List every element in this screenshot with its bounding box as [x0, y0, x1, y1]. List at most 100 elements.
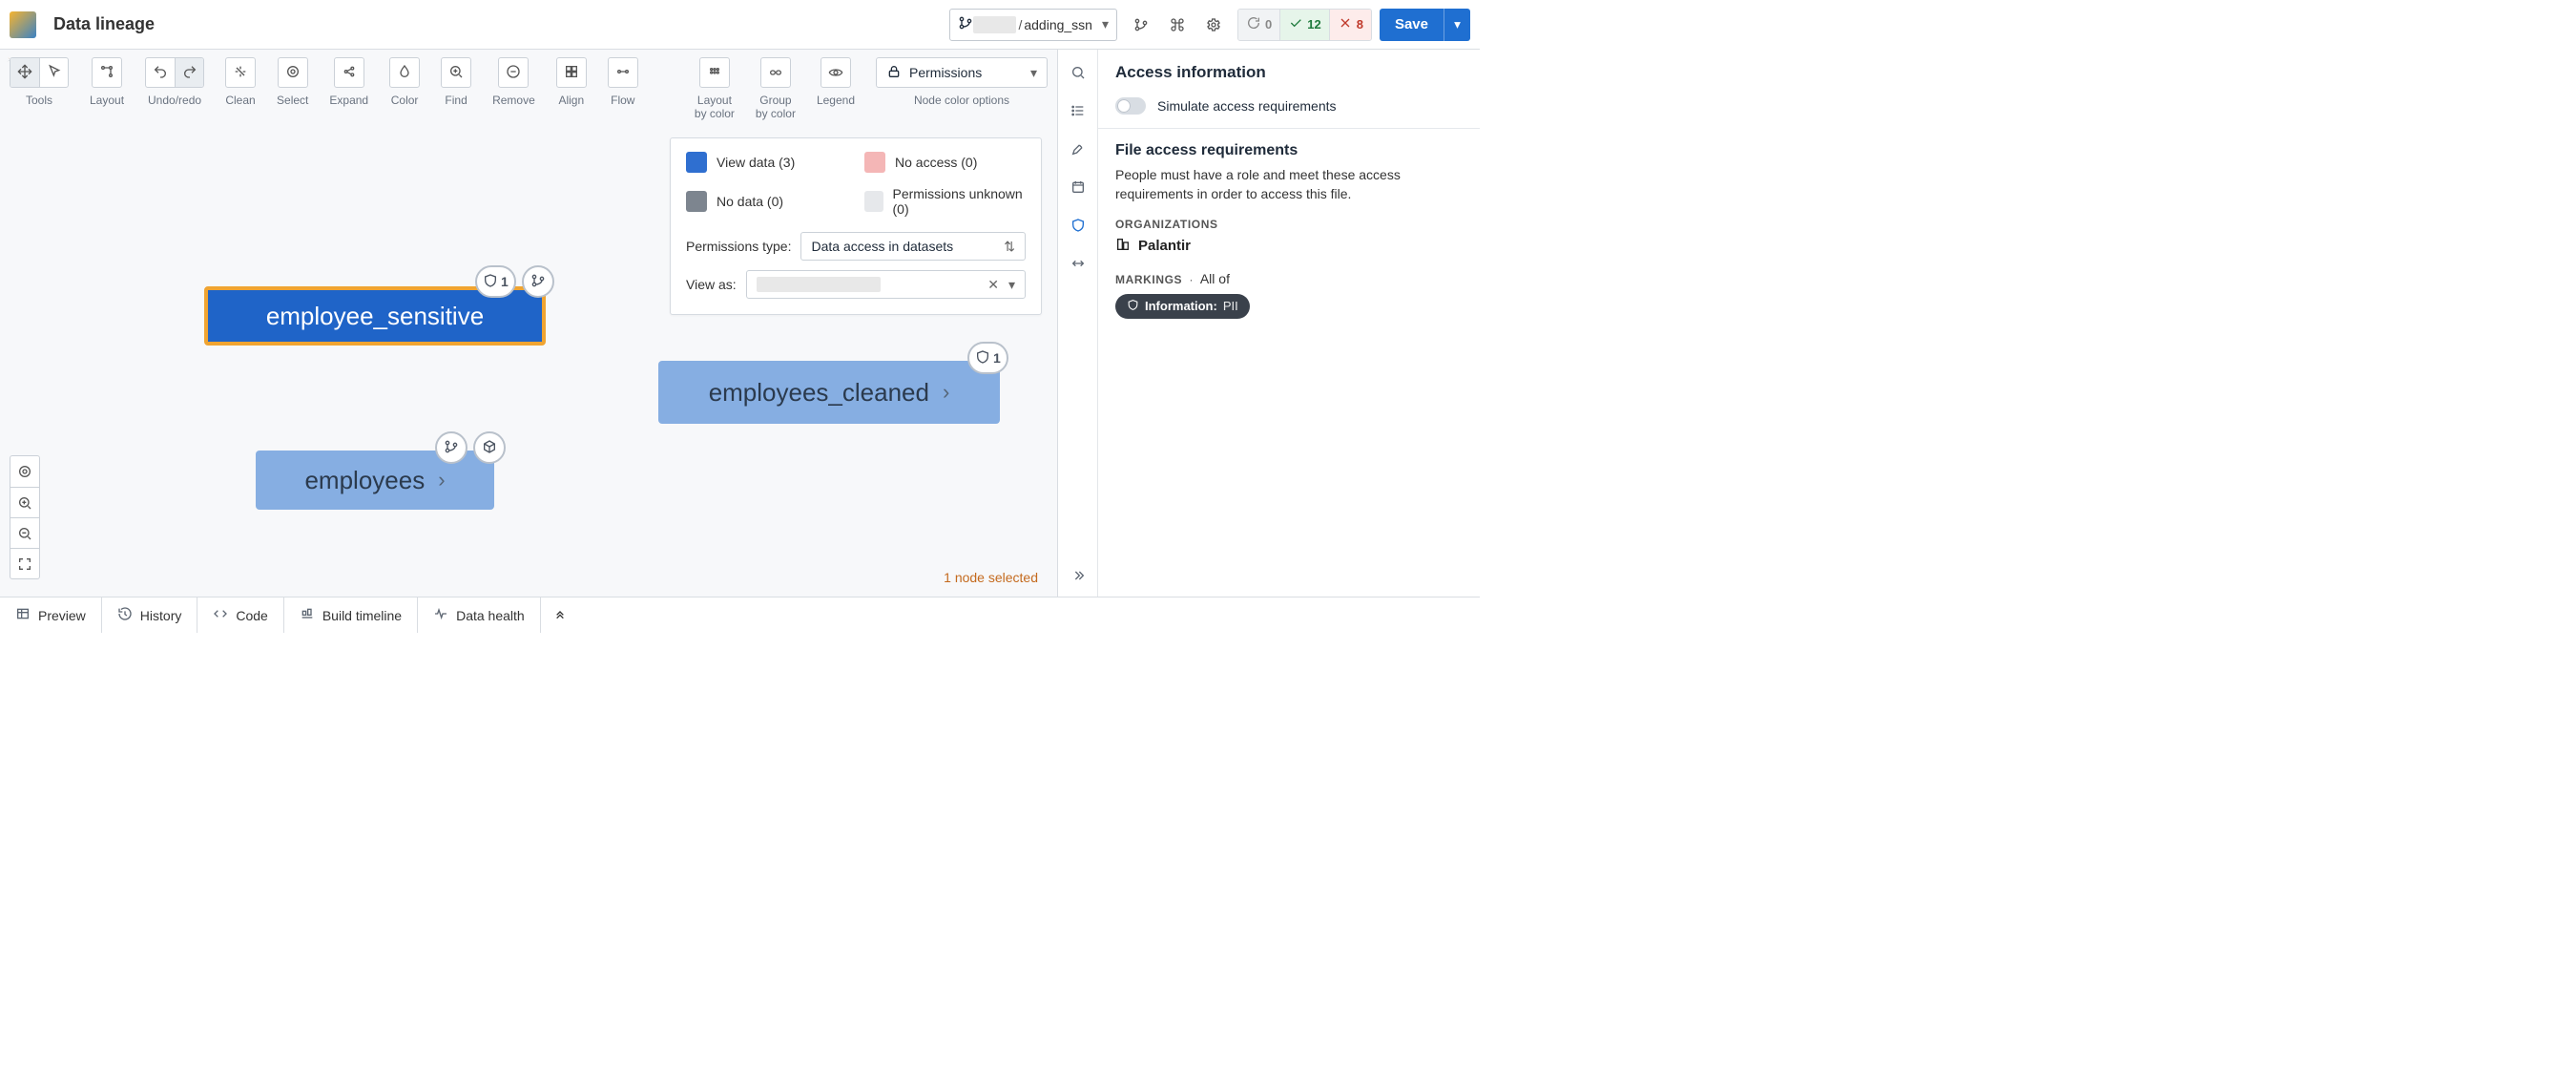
tool-group-label: Clean — [225, 94, 255, 107]
clear-icon[interactable]: ✕ — [987, 277, 999, 293]
node-employees-cleaned[interactable]: employees_cleaned › — [658, 361, 1000, 424]
tool-group-label: Align — [558, 94, 584, 107]
node-label: employees — [304, 466, 425, 495]
legend-button[interactable] — [821, 58, 850, 87]
refresh-icon — [1246, 15, 1261, 33]
permissions-type-label: Permissions type: — [686, 239, 791, 254]
schedule-tab[interactable] — [1065, 174, 1091, 200]
node-label: employees_cleaned — [709, 378, 929, 408]
group-by-color-button[interactable] — [761, 58, 790, 87]
timeline-icon — [300, 606, 315, 624]
branch-name: adding_ssn — [1024, 17, 1092, 32]
drop-button[interactable] — [390, 58, 419, 87]
shield-icon — [1127, 299, 1139, 314]
chevron-right-icon: › — [943, 380, 949, 405]
marking-pill[interactable]: Information: PII — [1115, 294, 1250, 319]
lock-icon — [886, 64, 902, 82]
remove-button[interactable] — [499, 58, 528, 87]
build-tab[interactable] — [1065, 136, 1091, 162]
permissions-type-select[interactable]: Data access in datasets ⇅ — [800, 232, 1026, 261]
find-icon — [448, 64, 464, 82]
legend-swatch — [686, 152, 707, 173]
legend-label: Legend — [817, 94, 855, 107]
grid-button[interactable] — [557, 58, 586, 87]
organization-name: Palantir — [1138, 238, 1191, 254]
list-tab[interactable] — [1065, 97, 1091, 124]
find-button[interactable] — [442, 58, 470, 87]
fullscreen-button[interactable] — [10, 548, 39, 578]
tab-preview[interactable]: Preview — [0, 597, 102, 633]
status-failed[interactable]: 8 — [1330, 10, 1371, 40]
clean-button[interactable] — [226, 58, 255, 87]
simulate-toggle[interactable] — [1115, 97, 1146, 115]
pointer-button[interactable] — [39, 58, 68, 87]
tab-data-health[interactable]: Data health — [418, 597, 541, 633]
tool-group-label: Color — [391, 94, 419, 107]
group-by-color-label: Group by color — [756, 94, 796, 121]
tab-history[interactable]: History — [102, 597, 198, 633]
collapse-panel-button[interactable] — [1065, 562, 1091, 589]
chevron-down-icon: ▾ — [1102, 16, 1109, 32]
chevron-right-icon: › — [438, 468, 445, 493]
drop-icon — [397, 64, 412, 82]
settings-button[interactable] — [1197, 9, 1230, 41]
tool-group-label: Flow — [611, 94, 634, 107]
branch-graph-button[interactable] — [1125, 9, 1157, 41]
status-passed[interactable]: 12 — [1280, 10, 1329, 40]
legend-text: View data (3) — [717, 155, 795, 170]
view-as-select[interactable]: ✕ ▾ — [746, 270, 1026, 299]
node-color-options-value: Permissions — [909, 65, 982, 80]
chevron-down-icon: ▾ — [1030, 65, 1037, 81]
markings-qualifier: All of — [1200, 271, 1230, 286]
layout-by-color-button[interactable] — [700, 58, 729, 87]
branch-owner-redacted — [973, 16, 1016, 33]
expand-button[interactable] — [335, 58, 364, 87]
grid-icon — [564, 64, 579, 82]
zoom-out-button[interactable] — [10, 517, 39, 548]
branch-icon — [958, 15, 973, 33]
undo-button[interactable] — [146, 58, 175, 87]
table-icon — [15, 606, 31, 624]
tab-label: Code — [236, 608, 267, 623]
expand-up-button[interactable] — [541, 597, 579, 633]
resize-tab[interactable] — [1065, 250, 1091, 277]
move-button[interactable] — [10, 58, 39, 87]
remove-icon — [506, 64, 521, 82]
node-color-options-label: Node color options — [914, 94, 1009, 107]
tool-group-label: Expand — [329, 94, 368, 107]
node-branch-badge[interactable] — [522, 265, 554, 298]
tool-group-label: Remove — [492, 94, 535, 107]
tab-label: Build timeline — [322, 608, 402, 623]
node-branch-badge[interactable] — [435, 431, 467, 464]
layout-button[interactable] — [93, 58, 121, 87]
flow-button[interactable] — [609, 58, 637, 87]
save-caret-button[interactable]: ▾ — [1444, 9, 1470, 41]
marking-value: PII — [1223, 299, 1238, 313]
tab-build-timeline[interactable]: Build timeline — [284, 597, 418, 633]
zoom-in-button[interactable] — [10, 487, 39, 517]
status-pending[interactable]: 0 — [1238, 10, 1280, 40]
tab-code[interactable]: Code — [197, 597, 283, 633]
legend-panel: View data (3)No access (0)No data (0)Per… — [670, 137, 1042, 315]
search-tab[interactable] — [1065, 59, 1091, 86]
command-button[interactable] — [1161, 9, 1194, 41]
right-rail — [1058, 50, 1098, 597]
access-tab[interactable] — [1065, 212, 1091, 239]
node-permission-badge[interactable]: 1 — [967, 342, 1008, 374]
target-icon — [285, 64, 301, 82]
branch-selector[interactable]: / adding_ssn ▾ — [949, 9, 1117, 41]
zoom-controls — [10, 455, 40, 579]
node-permission-badge[interactable]: 1 — [475, 265, 516, 298]
node-color-options-select[interactable]: Permissions ▾ — [876, 57, 1048, 88]
target-button[interactable] — [279, 58, 307, 87]
tool-group-label: Layout — [90, 94, 124, 107]
zoom-fit-button[interactable] — [10, 456, 39, 487]
branch-icon — [444, 439, 459, 457]
redo-button[interactable] — [175, 58, 203, 87]
canvas[interactable]: ToolsLayoutUndo/redoCleanSelectExpandCol… — [0, 50, 1058, 597]
app-logo — [10, 11, 36, 38]
tool-group-label: Tools — [26, 94, 52, 107]
legend-text: No access (0) — [895, 155, 977, 170]
save-button[interactable]: Save — [1380, 9, 1444, 41]
node-package-badge[interactable] — [473, 431, 506, 464]
